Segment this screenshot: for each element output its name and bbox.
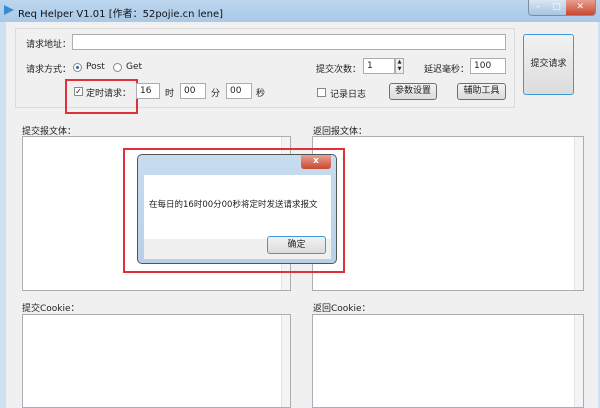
app-icon [4, 5, 14, 15]
dialog-close-button[interactable]: x [301, 155, 331, 169]
req-cookie-label: 提交Cookie： [22, 304, 80, 314]
count-label: 提交次数： [316, 65, 362, 75]
close-button[interactable]: ✕ [565, 0, 595, 15]
second-input[interactable]: 00 [226, 83, 252, 99]
get-label: Get [126, 62, 143, 72]
delay-input[interactable]: 100 [470, 58, 506, 74]
resp-cookie-label: 返回Cookie： [313, 304, 371, 314]
count-input[interactable]: 1 [363, 58, 395, 74]
message-dialog: x 在每日的16时00分00秒将定时发送请求报文 确定 [137, 154, 337, 264]
resp-cookie-textarea[interactable] [312, 314, 584, 408]
post-label: Post [86, 62, 105, 72]
submit-request-button[interactable]: 提交请求 [523, 34, 574, 95]
minute-unit: 分 [211, 89, 221, 99]
window-title: Req Helper V1.01 [作者：52pojie.cn lene] [18, 9, 224, 20]
log-checkbox[interactable] [317, 88, 326, 97]
scrollbar[interactable] [574, 137, 583, 290]
dialog-ok-button[interactable]: 确定 [267, 236, 326, 254]
count-spinner[interactable]: ▲ ▼ [395, 58, 404, 74]
dialog-body: 在每日的16时00分00秒将定时发送请求报文 [144, 175, 331, 239]
method-label: 请求方式： [26, 65, 72, 75]
second-unit: 秒 [256, 89, 266, 99]
get-radio[interactable] [113, 63, 122, 72]
tools-button[interactable]: 辅助工具 [457, 83, 506, 100]
scrollbar[interactable] [574, 315, 583, 407]
req-cookie-textarea[interactable] [22, 314, 291, 408]
schedule-checkbox[interactable]: ✓ [74, 87, 83, 96]
minimize-button[interactable]: – [529, 0, 548, 15]
url-label: 请求地址： [26, 40, 72, 50]
dialog-message: 在每日的16时00分00秒将定时发送请求报文 [149, 200, 318, 210]
hour-unit: 时 [165, 89, 175, 99]
scrollbar[interactable] [281, 315, 290, 407]
post-radio[interactable] [73, 63, 82, 72]
delay-label: 延迟毫秒： [424, 65, 470, 75]
url-input[interactable] [72, 34, 506, 50]
resp-body-textarea[interactable] [312, 136, 584, 291]
schedule-label: 定时请求： [86, 89, 132, 99]
title-bar: Req Helper V1.01 [作者：52pojie.cn lene] – … [0, 0, 600, 22]
params-button[interactable]: 参数设置 [389, 83, 437, 100]
maximize-button[interactable]: □ [547, 0, 566, 15]
log-label: 记录日志 [330, 90, 367, 100]
hour-input[interactable]: 16 [136, 83, 160, 99]
minute-input[interactable]: 00 [180, 83, 206, 99]
window-controls: – □ ✕ [528, 0, 596, 16]
